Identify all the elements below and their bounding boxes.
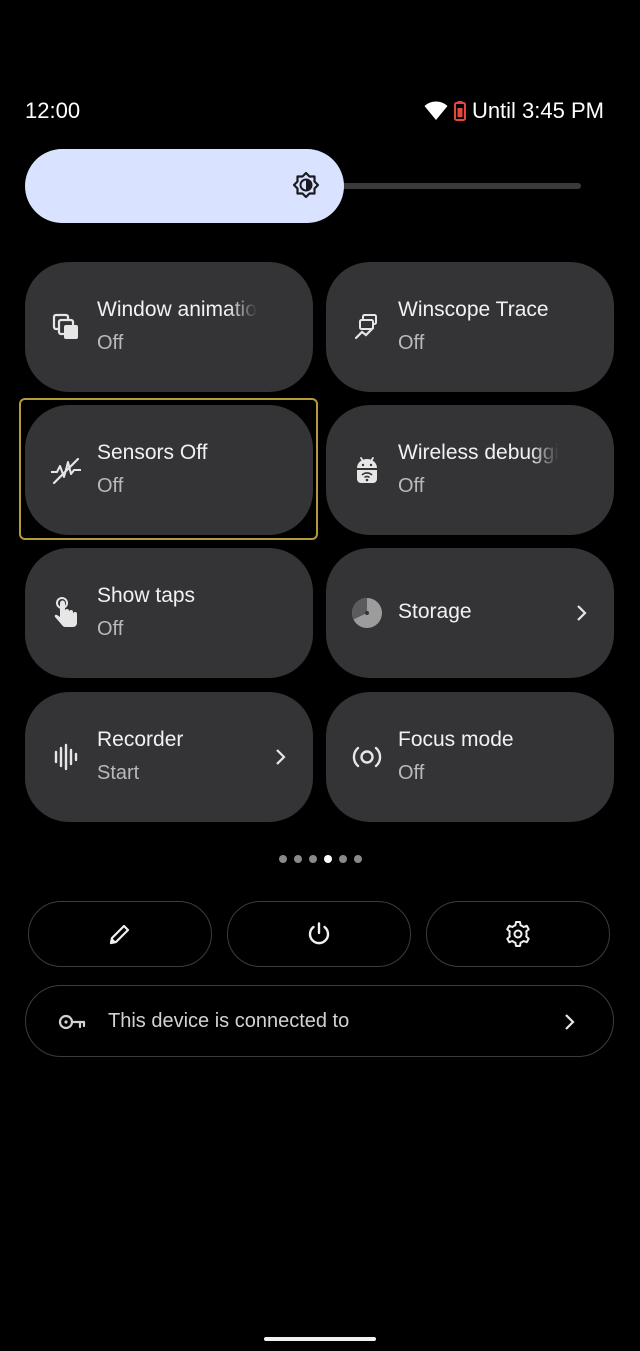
window-animation-icon <box>50 311 82 343</box>
android-wifi-icon <box>351 454 383 486</box>
tile-title: Window animatio <box>97 298 257 321</box>
status-icons: Until 3:45 PM <box>424 98 604 124</box>
page-dot[interactable] <box>324 855 332 863</box>
security-footer[interactable]: This device is connected to <box>25 985 614 1057</box>
page-dot[interactable] <box>309 855 317 863</box>
tile-title: Wireless debuggi <box>398 441 560 464</box>
brightness-icon <box>292 171 320 199</box>
chevron-right-icon <box>577 605 587 621</box>
tile-title: Focus mode <box>398 728 514 751</box>
power-button[interactable] <box>227 901 411 967</box>
tile-state: Start <box>97 762 140 784</box>
pie-chart-icon <box>351 597 383 629</box>
touch-hand-icon <box>50 597 82 629</box>
tile-title: Storage <box>398 600 472 623</box>
focus-mode-icon <box>351 741 383 773</box>
page-dot[interactable] <box>294 855 302 863</box>
page-dot[interactable] <box>354 855 362 863</box>
key-icon <box>58 1014 86 1030</box>
focus-highlight <box>19 398 318 540</box>
audio-wave-icon <box>50 741 82 773</box>
tile-state: Off <box>398 475 425 497</box>
brightness-slider[interactable] <box>25 149 581 223</box>
page-dot[interactable] <box>279 855 287 863</box>
page-indicator[interactable] <box>279 855 362 863</box>
tile-show-taps[interactable]: Show taps Off <box>25 548 313 678</box>
tile-title: Recorder <box>97 728 184 751</box>
tile-title: Show taps <box>97 584 196 607</box>
tile-recorder[interactable]: Recorder Start <box>25 692 313 822</box>
chevron-right-icon <box>276 749 286 765</box>
brightness-track[interactable] <box>325 183 581 189</box>
tile-state: Off <box>97 618 124 640</box>
battery-icon <box>453 101 466 121</box>
edit-button[interactable] <box>28 901 212 967</box>
tile-focus-mode[interactable]: Focus mode Off <box>326 692 614 822</box>
page-dot[interactable] <box>339 855 347 863</box>
power-icon <box>308 922 330 945</box>
gear-icon <box>506 921 530 947</box>
winscope-trace-icon <box>351 311 383 343</box>
tile-wireless-debugging[interactable]: Wireless debuggi Off <box>326 405 614 535</box>
wifi-icon <box>424 101 448 121</box>
navigation-handle[interactable] <box>264 1337 376 1341</box>
status-time: 12:00 <box>25 98 81 123</box>
chevron-right-icon <box>565 1014 575 1030</box>
pencil-icon <box>109 924 130 945</box>
settings-button[interactable] <box>426 901 610 967</box>
tile-window-animation[interactable]: Window animatio Off <box>25 262 313 392</box>
tile-state: Off <box>398 332 425 354</box>
battery-time-text: Until 3:45 PM <box>471 98 604 123</box>
security-text: This device is connected to <box>108 1010 350 1032</box>
tile-state: Off <box>97 332 124 354</box>
tile-state: Off <box>398 762 425 784</box>
tile-title: Winscope Trace <box>398 298 549 321</box>
tile-winscope-trace[interactable]: Winscope Trace Off <box>326 262 614 392</box>
tile-storage[interactable]: Storage <box>326 548 614 678</box>
